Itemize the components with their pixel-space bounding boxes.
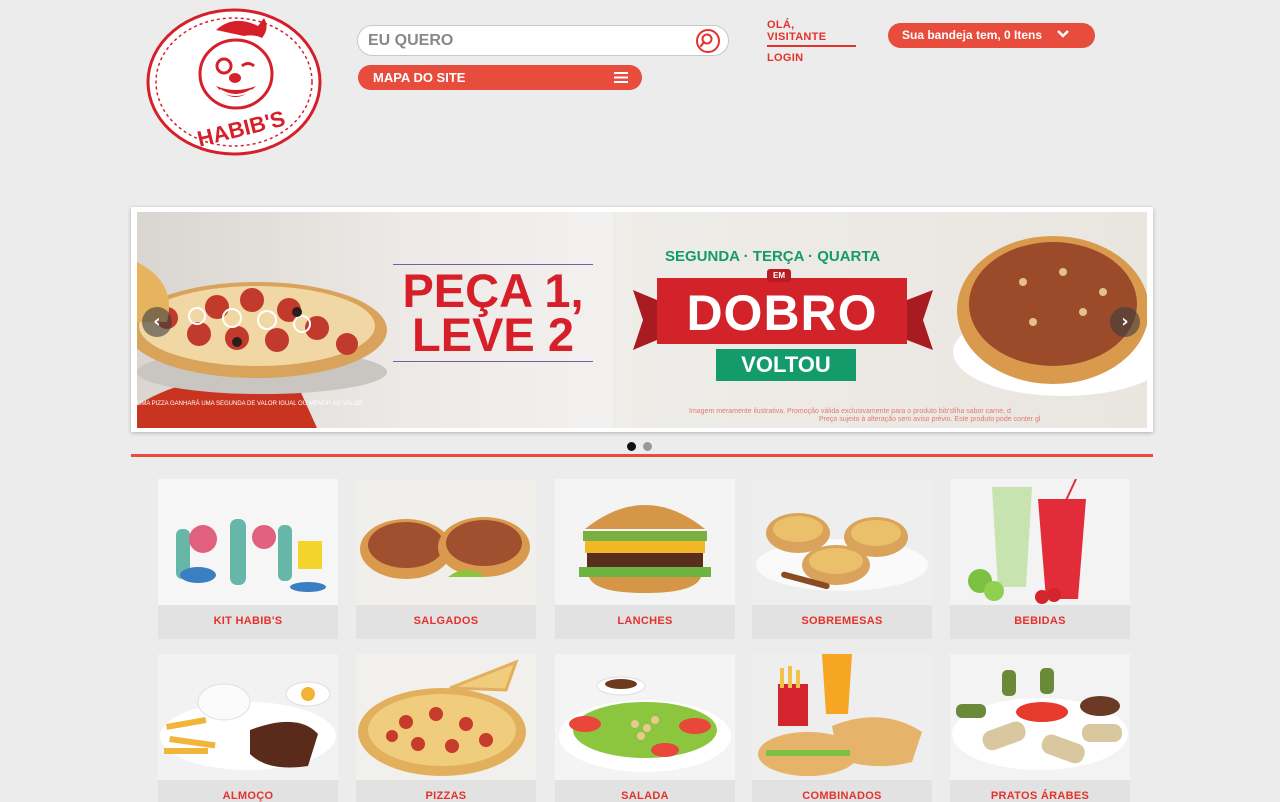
category-label: COMBINADOS: [802, 790, 882, 802]
section-divider: [131, 454, 1153, 457]
category-label: PRATOS ÁRABES: [990, 790, 1090, 802]
category-kit-habibs[interactable]: KIT HABIB'S: [158, 479, 338, 639]
promo-line1: PEÇA 1,: [402, 264, 584, 317]
greeting-text: OLÁ, VISITANTE: [767, 19, 856, 47]
carousel-dot-2[interactable]: [643, 442, 652, 451]
promo-disclaimer: UMA PIZZA GANHARÁ UMA SEGUNDA DE VALOR I…: [137, 401, 363, 407]
salgados-image: [356, 479, 536, 605]
tray-button[interactable]: Sua bandeja tem, 0 Itens: [888, 23, 1095, 48]
pizzas-image: [356, 654, 536, 780]
chevron-right-icon: ›: [1121, 311, 1129, 332]
login-link[interactable]: LOGIN: [767, 52, 856, 64]
combinados-image: [752, 654, 932, 780]
category-label: ALMOÇO: [222, 790, 274, 802]
tray-label: Sua bandeja tem, 0 Itens: [902, 28, 1043, 42]
search-icon: [699, 33, 713, 48]
menu-icon: [614, 72, 628, 83]
divider: [393, 361, 593, 362]
lanches-image: [555, 479, 735, 605]
category-label: SALADA: [621, 790, 669, 802]
dobro-ribbon: EM DOBRO: [657, 269, 907, 344]
sobremesas-image: [752, 479, 932, 605]
search-box: [357, 25, 729, 56]
promo-headline: PEÇA 1, LEVE 2: [387, 264, 599, 362]
search-button[interactable]: [696, 29, 720, 53]
carousel-dot-1[interactable]: [627, 442, 636, 451]
category-salgados[interactable]: SALGADOS: [356, 479, 536, 639]
slide-peca1-leve2[interactable]: PEÇA 1, LEVE 2 UMA PIZZA GANHARÁ UMA SEG…: [137, 212, 613, 428]
search-input[interactable]: [368, 30, 688, 52]
category-pratos-arabes[interactable]: PRATOS ÁRABES: [950, 654, 1130, 802]
bebidas-image: [950, 479, 1130, 605]
almoco-image: [158, 654, 338, 780]
sitemap-label: MAPA DO SITE: [373, 70, 466, 85]
category-combinados[interactable]: COMBINADOS: [752, 654, 932, 802]
category-bebidas[interactable]: BEBIDAS: [950, 479, 1130, 639]
category-label: BEBIDAS: [1014, 615, 1066, 627]
promo-carousel: PEÇA 1, LEVE 2 UMA PIZZA GANHARÁ UMA SEG…: [131, 207, 1153, 432]
disclaimer-line2: Preço sujeito à alteração sem aviso prév…: [819, 416, 1041, 423]
dobro-text: DOBRO: [686, 285, 878, 341]
category-lanches[interactable]: LANCHES: [555, 479, 735, 639]
disclaimer-line1: Imagem meramente ilustrativa. Promoção v…: [689, 408, 1011, 415]
category-label: KIT HABIB'S: [213, 615, 283, 627]
voltou-badge: VOLTOU: [716, 349, 856, 381]
promo-disclaimer-2: Imagem meramente ilustrativa. Promoção v…: [689, 408, 1147, 424]
category-label: SALGADOS: [413, 615, 479, 627]
sitemap-button[interactable]: MAPA DO SITE: [358, 65, 642, 90]
kit-habibs-image: [158, 479, 338, 605]
chevron-down-icon: [1057, 30, 1069, 38]
em-tag: EM: [767, 269, 791, 282]
category-sobremesas[interactable]: SOBREMESAS: [752, 479, 932, 639]
category-salada[interactable]: SALADA: [555, 654, 735, 802]
chevron-left-icon: ‹: [153, 311, 161, 332]
carousel-next-button[interactable]: ›: [1110, 307, 1140, 337]
category-pizzas[interactable]: PIZZAS: [356, 654, 536, 802]
pratos-arabes-image: [950, 654, 1130, 780]
category-label: LANCHES: [617, 615, 673, 627]
carousel-prev-button[interactable]: ‹: [142, 307, 172, 337]
promo-days: SEGUNDA · TERÇA · QUARTA: [665, 248, 881, 265]
category-almoco[interactable]: ALMOÇO: [158, 654, 338, 802]
habibs-logo[interactable]: HABIB'S: [146, 8, 322, 156]
category-label: SOBREMESAS: [801, 615, 883, 627]
user-area: OLÁ, VISITANTE LOGIN: [767, 19, 856, 64]
category-label: PIZZAS: [425, 790, 467, 802]
salada-image: [555, 654, 735, 780]
slide-em-dobro[interactable]: SEGUNDA · TERÇA · QUARTA EM DOBRO VOLTOU…: [613, 212, 1147, 428]
promo-line2: LEVE 2: [412, 308, 574, 361]
